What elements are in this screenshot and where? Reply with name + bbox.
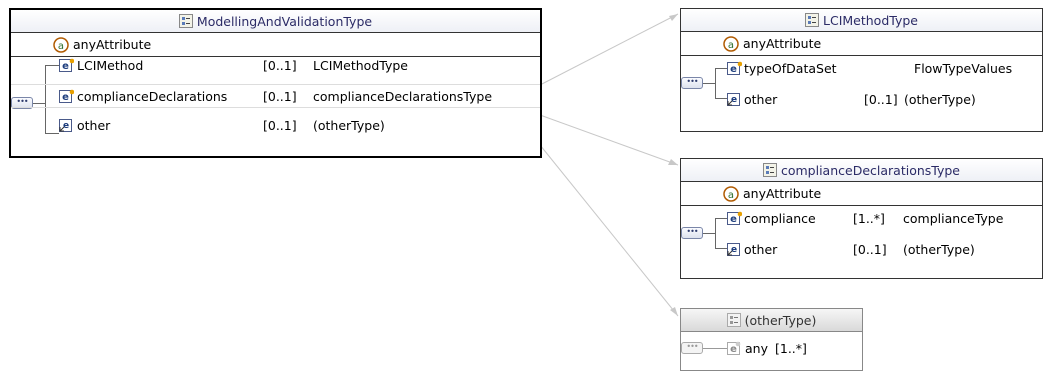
- attribute-label: anyAttribute: [743, 186, 822, 201]
- element-cardinality: [0..1]: [263, 117, 297, 133]
- element-name: any: [745, 340, 768, 356]
- svg-text:e: e: [731, 95, 737, 105]
- any-attribute-row[interactable]: a anyAttribute: [681, 32, 1042, 56]
- type-header[interactable]: ModellingAndValidationType: [11, 10, 540, 33]
- element-name: other: [744, 241, 778, 257]
- element-row-compliance-declarations[interactable]: e complianceDeclarations [0..1] complian…: [11, 84, 540, 108]
- element-row-any[interactable]: e any [1..*]: [681, 337, 862, 359]
- svg-text:a: a: [728, 190, 734, 201]
- complex-type-icon: [178, 14, 193, 28]
- svg-text:e: e: [730, 64, 737, 75]
- sequence-group: ••• e any [1..*]: [681, 332, 862, 370]
- svg-text:e: e: [730, 344, 737, 355]
- type-title: complianceDeclarationsType: [780, 162, 960, 178]
- other-type-box[interactable]: (otherType) ••• e any [1..*]: [680, 308, 863, 371]
- element-row-type-of-data-set[interactable]: e typeOfDataSet FlowTypeValues: [681, 57, 1042, 79]
- element-cardinality: [0..1]: [263, 88, 297, 104]
- modelling-and-validation-type-box[interactable]: ModellingAndValidationType a anyAttribut…: [9, 8, 542, 158]
- element-icon: e: [727, 211, 742, 225]
- compliance-declarations-type-box[interactable]: complianceDeclarationsType a anyAttribut…: [680, 158, 1043, 279]
- element-type: complianceType: [903, 210, 1004, 226]
- element-ref-icon: e: [59, 118, 72, 132]
- element-type: FlowTypeValues: [914, 60, 1013, 76]
- element-name: complianceDeclarations: [77, 88, 228, 104]
- any-attribute-row[interactable]: a anyAttribute: [681, 182, 1042, 206]
- svg-text:e: e: [730, 214, 737, 225]
- element-type: complianceDeclarationsType: [313, 88, 493, 104]
- element-row-other[interactable]: e other [0..1] (otherType): [11, 114, 540, 136]
- sequence-group: ••• e compliance [1..*] complianceType e…: [681, 206, 1042, 278]
- element-row-compliance[interactable]: e compliance [1..*] complianceType: [681, 207, 1042, 229]
- element-name: LCIMethod: [77, 57, 144, 73]
- element-icon: e: [59, 58, 74, 72]
- svg-text:e: e: [731, 245, 737, 255]
- element-type: LCIMethodType: [313, 57, 408, 73]
- element-cardinality: [0..1]: [263, 57, 297, 73]
- element-cardinality: [1..*]: [775, 340, 807, 356]
- svg-text:e: e: [63, 121, 69, 131]
- type-header[interactable]: complianceDeclarationsType: [681, 159, 1042, 182]
- svg-text:a: a: [728, 40, 734, 51]
- attribute-icon: a: [723, 185, 739, 202]
- complex-type-icon: [726, 313, 741, 327]
- element-row-lci-method[interactable]: e LCIMethod [0..1] LCIMethodType: [11, 54, 540, 76]
- any-element-icon: e: [727, 341, 741, 355]
- element-cardinality: [1..*]: [853, 210, 885, 226]
- element-ref-icon: e: [727, 92, 740, 106]
- svg-text:a: a: [58, 41, 64, 52]
- element-name: compliance: [744, 210, 816, 226]
- type-title: ModellingAndValidationType: [196, 13, 373, 29]
- element-name: typeOfDataSet: [744, 60, 837, 76]
- attribute-icon: a: [53, 36, 69, 53]
- attribute-icon: a: [723, 35, 739, 52]
- element-icon: e: [727, 61, 742, 75]
- type-header[interactable]: (otherType): [681, 309, 862, 332]
- element-icon: e: [59, 89, 74, 103]
- element-ref-icon: e: [727, 242, 740, 256]
- svg-text:e: e: [62, 61, 69, 72]
- sequence-group: ••• e LCIMethod [0..1] LCIMethodType e c…: [11, 57, 540, 147]
- complex-type-icon: [805, 13, 819, 27]
- element-type: (otherType): [903, 241, 975, 257]
- element-cardinality: [0..1]: [853, 241, 887, 257]
- element-type: (otherType): [313, 117, 385, 133]
- element-row-other[interactable]: e other [0..1] (otherType): [681, 238, 1042, 260]
- element-name: other: [744, 91, 778, 107]
- lci-method-type-box[interactable]: LCIMethodType a anyAttribute ••• e typeO…: [680, 8, 1043, 132]
- complex-type-icon: [762, 163, 777, 177]
- attribute-label: anyAttribute: [743, 36, 822, 51]
- svg-text:e: e: [62, 92, 69, 103]
- attribute-label: anyAttribute: [73, 37, 152, 52]
- type-title: (otherType): [744, 312, 817, 328]
- element-row-other[interactable]: e other [0..1] (otherType): [681, 88, 1042, 110]
- element-cardinality: [0..1]: [864, 91, 898, 107]
- element-name: other: [77, 117, 111, 133]
- type-header[interactable]: LCIMethodType: [681, 9, 1042, 32]
- type-title: LCIMethodType: [823, 12, 918, 28]
- sequence-group: ••• e typeOfDataSet FlowTypeValues e oth…: [681, 56, 1042, 130]
- element-type: (otherType): [904, 91, 976, 107]
